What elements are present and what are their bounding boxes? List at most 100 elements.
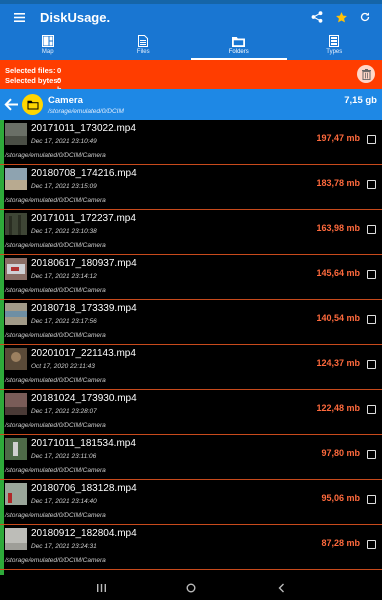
home-icon [186,583,196,592]
list-item[interactable]: 20201017_221143.mp4 Oct 17, 2020 22:11:4… [0,345,382,390]
delete-button[interactable] [357,65,375,83]
folder-name: Camera [48,95,83,106]
select-checkbox[interactable] [367,135,376,144]
list-item[interactable]: 20181024_173930.mp4 Dec 17, 2021 23:28:0… [0,390,382,435]
home-button[interactable] [146,583,236,593]
list-item[interactable]: 20180912_182804.mp4 Dec 17, 2021 23:24:3… [0,525,382,570]
system-nav-bar [0,575,382,600]
file-date: Dec 17, 2021 23:14:40 [31,498,97,505]
file-path: /storage/emulated/0/DCIM/Camera [5,242,106,249]
file-date: Dec 17, 2021 23:24:31 [31,543,97,550]
selection-bar: Selected files: 0 Selected bytes: 0 b [0,60,382,94]
video-thumbnail [5,213,27,235]
recents-icon [96,583,106,592]
video-thumbnail [5,258,27,280]
file-size: 163,98 mb [316,223,360,233]
video-thumbnail [5,303,27,325]
selected-files-row: Selected files: 0 [5,66,61,75]
file-size: 145,64 mb [316,268,360,278]
folder-header: Camera /storage/emulated/0/DCIM 7,15 gb [0,89,382,120]
video-thumbnail [5,528,27,550]
file-size: 197,47 mb [316,133,360,143]
selected-files-label: Selected files: [5,66,56,75]
tab-map-label: Map [41,49,54,55]
back-arrow-icon[interactable] [3,96,20,113]
select-checkbox[interactable] [367,405,376,414]
file-path: /storage/emulated/0/DCIM/Camera [5,197,106,204]
app-title: DiskUsage. [40,9,111,25]
list-item[interactable]: 20180617_180937.mp4 Dec 17, 2021 23:14:1… [0,255,382,300]
tab-bar: Map Files Folders Types [0,30,382,60]
refresh-icon[interactable] [354,6,376,28]
usage-bar [0,255,4,299]
file-size: 97,80 mb [321,448,360,458]
share-icon[interactable] [306,6,328,28]
folder-icon [232,36,246,47]
usage-bar [0,300,4,344]
tab-folders-label: Folders [228,48,249,55]
tab-files-label: Files [136,49,150,55]
file-path: /storage/emulated/0/DCIM/Camera [5,557,106,564]
file-name: 20171011_172237.mp4 [31,213,136,224]
usage-bar [0,120,4,164]
tab-files[interactable]: Files [96,30,192,60]
list-item[interactable]: 20171011_181534.mp4 Dec 17, 2021 23:11:0… [0,435,382,480]
usage-bar [0,165,4,209]
file-date: Dec 17, 2021 23:11:06 [31,453,97,460]
file-path: /storage/emulated/0/DCIM/Camera [5,152,106,159]
video-thumbnail [5,123,27,145]
file-name: 20201017_221143.mp4 [31,348,136,359]
file-date: Dec 17, 2021 23:15:09 [31,183,97,190]
usage-bar [0,390,4,434]
video-thumbnail [5,393,27,415]
back-icon [278,583,284,592]
select-checkbox[interactable] [367,180,376,189]
file-size: 124,37 mb [316,358,360,368]
select-checkbox[interactable] [367,540,376,549]
folder-path: /storage/emulated/0/DCIM [48,108,124,115]
select-checkbox[interactable] [367,225,376,234]
video-thumbnail [5,348,27,370]
file-path: /storage/emulated/0/DCIM/Camera [5,332,106,339]
back-button[interactable] [236,583,326,593]
select-checkbox[interactable] [367,315,376,324]
tab-map[interactable]: Map [0,30,96,60]
trash-icon [361,68,371,80]
tab-types-label: Types [326,49,343,55]
list-item[interactable]: 20180718_173339.mp4 Dec 17, 2021 23:17:5… [0,300,382,345]
select-checkbox[interactable] [367,270,376,279]
list-item[interactable]: 20171011_173022.mp4 Dec 17, 2021 23:10:4… [0,120,382,165]
types-icon [329,35,340,47]
file-list: 20171011_173022.mp4 Dec 17, 2021 23:10:4… [0,120,382,575]
folder-size: 7,15 gb [344,95,377,106]
list-item[interactable]: 20171011_172237.mp4 Dec 17, 2021 23:10:3… [0,210,382,255]
select-checkbox[interactable] [367,450,376,459]
list-item[interactable]: 20180708_174216.mp4 Dec 17, 2021 23:15:0… [0,165,382,210]
file-name: 20171011_173022.mp4 [31,123,136,134]
menu-icon[interactable] [8,6,30,28]
file-size: 122,48 mb [316,403,360,413]
star-icon[interactable] [330,6,352,28]
tab-types[interactable]: Types [287,30,382,60]
file-size: 87,28 mb [321,538,360,548]
usage-bar [0,525,4,569]
file-name: 20171011_181534.mp4 [31,438,136,449]
recents-button[interactable] [56,583,146,592]
usage-bar [0,345,4,389]
file-name: 20180718_173339.mp4 [31,303,137,314]
selected-bytes-label: Selected bytes: [5,76,61,85]
file-path: /storage/emulated/0/DCIM/Camera [5,377,106,384]
video-thumbnail [5,438,27,460]
file-size: 183,78 mb [316,178,360,188]
select-checkbox[interactable] [367,360,376,369]
file-path: /storage/emulated/0/DCIM/Camera [5,512,106,519]
file-name: 20181024_173930.mp4 [31,393,137,404]
file-path: /storage/emulated/0/DCIM/Camera [5,287,106,294]
file-date: Dec 17, 2021 23:10:38 [31,228,97,235]
map-icon [41,35,54,47]
file-date: Dec 17, 2021 23:17:56 [31,318,97,325]
select-checkbox[interactable] [367,495,376,504]
tab-folders[interactable]: Folders [191,30,287,60]
list-item[interactable]: 20180706_183128.mp4 Dec 17, 2021 23:14:4… [0,480,382,525]
file-date: Dec 17, 2021 23:10:49 [31,138,97,145]
